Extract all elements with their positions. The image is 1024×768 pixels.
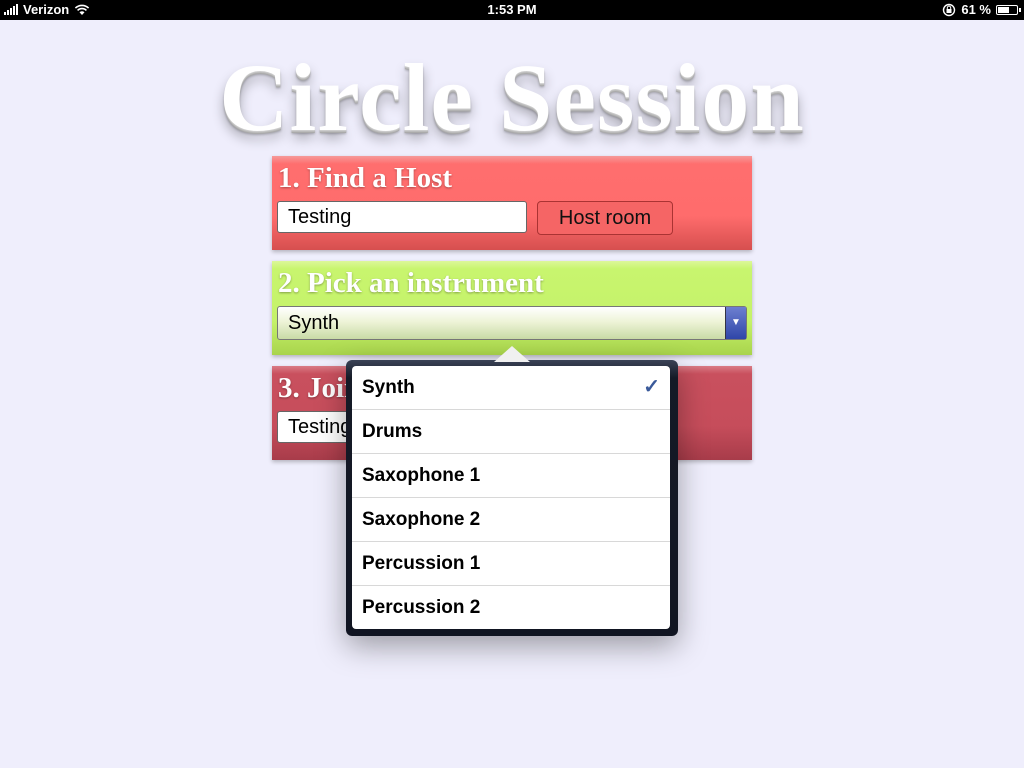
rotation-lock-icon: [943, 3, 956, 16]
find-host-panel: 1. Find a Host Testing Host room: [272, 156, 752, 250]
instrument-select[interactable]: Synth ▼: [277, 306, 747, 340]
app-view: Circle Session 1. Find a Host Testing Ho…: [0, 20, 1024, 768]
instrument-popover: Synth ✓ Drums Saxophone 1 Saxophone 2 Pe…: [346, 346, 678, 636]
pick-instrument-heading: 2. Pick an instrument: [278, 267, 544, 299]
instrument-select-value: Synth: [288, 312, 340, 334]
instrument-options-list: Synth ✓ Drums Saxophone 1 Saxophone 2 Pe…: [352, 366, 670, 629]
popover-caret: [494, 346, 530, 362]
checkmark-icon: ✓: [643, 376, 660, 398]
status-time: 1:53 PM: [487, 2, 537, 17]
option-percussion-2[interactable]: Percussion 2: [352, 586, 670, 629]
host-name-input[interactable]: Testing: [277, 201, 527, 233]
option-drums[interactable]: Drums: [352, 410, 670, 454]
option-saxophone-1[interactable]: Saxophone 1: [352, 454, 670, 498]
status-bar: Verizon 1:53 PM 61 %: [0, 0, 1024, 20]
page-title: Circle Session: [219, 44, 805, 151]
battery-icon: [996, 4, 1021, 15]
option-saxophone-2[interactable]: Saxophone 2: [352, 498, 670, 542]
battery-percent: 61 %: [961, 2, 991, 17]
option-percussion-1[interactable]: Percussion 1: [352, 542, 670, 586]
chevron-down-icon[interactable]: ▼: [725, 307, 746, 339]
option-synth[interactable]: Synth ✓: [352, 366, 670, 410]
find-host-heading: 1. Find a Host: [278, 162, 453, 194]
host-room-button[interactable]: Host room: [537, 201, 673, 235]
pick-instrument-panel: 2. Pick an instrument Synth ▼: [272, 261, 752, 355]
status-right: 61 %: [942, 2, 1021, 17]
